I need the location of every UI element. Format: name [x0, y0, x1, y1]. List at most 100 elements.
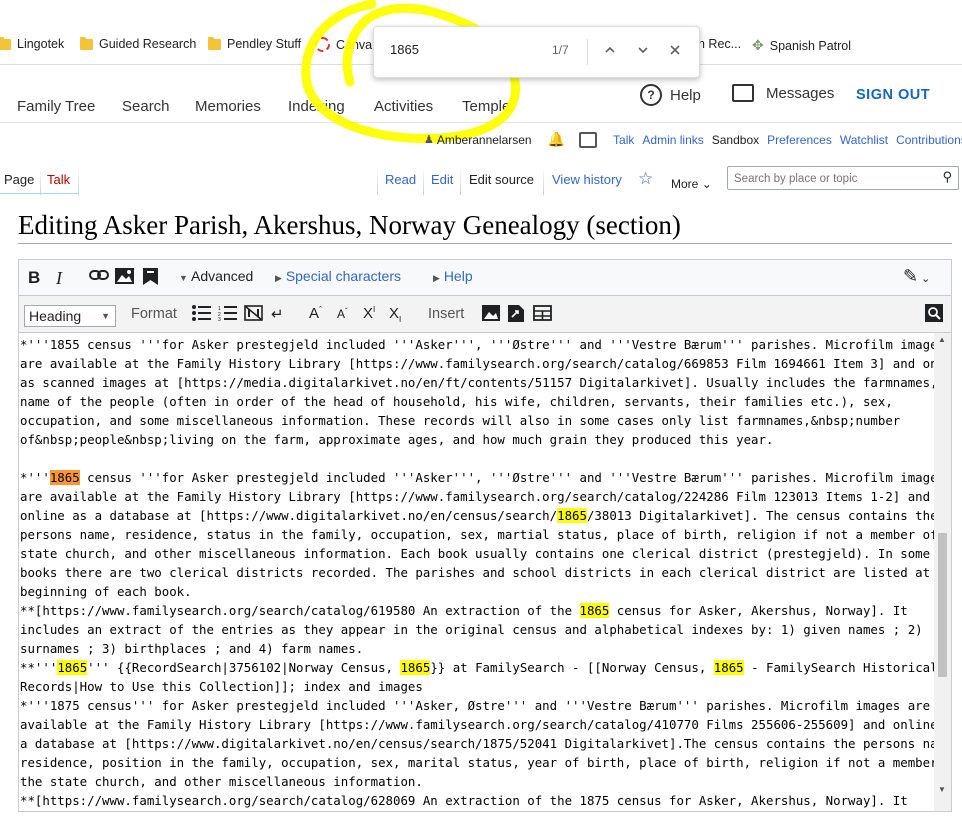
user-link-watchlist[interactable]: Watchlist [840, 133, 888, 147]
scroll-up-arrow-icon[interactable]: ▲ [938, 335, 946, 344]
bell-icon[interactable]: 🔔 [548, 131, 565, 148]
bookmark-spanish-patrol[interactable]: ✥ Spanish Patrol [752, 37, 851, 54]
bookmark-lingotek[interactable]: Lingotek [0, 36, 64, 51]
gallery-icon[interactable] [482, 305, 500, 325]
help-toggle[interactable]: ▶ Help [433, 268, 473, 284]
scroll-thumb[interactable] [938, 533, 947, 677]
user-link-contributions[interactable]: Contributions [896, 133, 962, 147]
triangle-down-icon: ▼ [179, 273, 188, 283]
superscript-icon[interactable]: XI [363, 305, 375, 322]
wikitext-segment: occupation, and some miscellaneous infor… [20, 413, 901, 428]
scroll-down-arrow-icon[interactable]: ▼ [938, 785, 946, 794]
no-wiki-icon[interactable] [244, 305, 263, 325]
triangle-right-icon: ▶ [275, 273, 282, 283]
nav-activities[interactable]: Activities [374, 98, 433, 115]
wikitext-segment: *''' [20, 470, 50, 485]
redirect-icon[interactable] [508, 305, 524, 326]
find-input[interactable]: 1865 [390, 42, 419, 57]
pencil-icon[interactable]: ✎ ⌄ [903, 266, 930, 287]
wikitext-segment: **[https://www.familysearch.org/search/c… [20, 603, 580, 618]
username-link[interactable]: Amberannelarsen [437, 133, 532, 147]
big-text-icon[interactable]: Aˆ [309, 305, 322, 322]
link-icon[interactable] [89, 268, 109, 286]
tab-read[interactable]: Read [385, 172, 416, 187]
user-link-sandbox[interactable]: Sandbox [712, 133, 759, 147]
bold-icon[interactable]: B [28, 268, 40, 288]
search-replace-icon[interactable] [925, 304, 943, 326]
small-text-icon[interactable]: Aˇ [337, 307, 348, 321]
find-previous-button[interactable] [600, 41, 620, 61]
tab-edit[interactable]: Edit [431, 172, 453, 187]
user-link-admin-links[interactable]: Admin links [642, 133, 703, 147]
divider [78, 168, 79, 195]
textarea-scrollbar[interactable]: ▲ ▼ [934, 333, 951, 811]
nav-search[interactable]: Search [122, 98, 170, 115]
wikitext-line: books there are two clerical districts r… [20, 563, 934, 582]
bookmark-canva[interactable]: Canva [315, 37, 372, 52]
help-icon: ? [640, 84, 662, 106]
search-input[interactable] [732, 169, 926, 189]
advanced-toggle[interactable]: ▼ Advanced [179, 268, 253, 284]
wikitext-segment: name of the people (often in order of th… [20, 394, 893, 409]
messages-button[interactable]: Messages [732, 84, 834, 102]
numbered-list-icon[interactable]: 123 [218, 305, 237, 325]
find-close-button[interactable] [665, 41, 685, 61]
reference-icon[interactable] [143, 268, 158, 289]
newline-icon[interactable]: ↵ [271, 305, 284, 323]
image-icon[interactable] [115, 268, 134, 288]
divider [40, 168, 41, 195]
bookmark-label: Guided Research [99, 37, 197, 51]
nav-indexing[interactable]: Indexing [288, 98, 345, 115]
chevron-up-icon [605, 46, 615, 53]
wikitext-line: **'''1865''' {{RecordSearch|3756102|Norw… [20, 658, 934, 677]
tab-view-history[interactable]: View history [552, 172, 622, 187]
bookmark-pendley-stuff[interactable]: Pendley Stuff [208, 36, 302, 51]
user-link-preferences[interactable]: Preferences [767, 133, 832, 147]
special-characters-toggle[interactable]: ▶ Special characters [275, 268, 401, 284]
bookmark-guided-research[interactable]: Guided Research [80, 36, 197, 51]
canva-icon [315, 37, 330, 52]
notices-tray-icon[interactable] [579, 131, 598, 148]
watch-star-icon[interactable]: ☆ [638, 169, 653, 189]
wikitext-segment: Records|How to Use this Collection]]; in… [20, 679, 423, 694]
user-link-talk[interactable]: Talk [613, 133, 634, 147]
more-menu[interactable]: More ⌄ [671, 177, 712, 191]
wikitext-line: *'''1865 census '''for Asker prestegjeld… [20, 468, 934, 487]
subscript-icon[interactable]: XI [389, 305, 401, 324]
nav-temple[interactable]: Temple [462, 98, 510, 115]
search-icon[interactable]: ⚲ [942, 169, 952, 185]
tab-edit-source[interactable]: Edit source [469, 172, 534, 187]
bookmark-records[interactable]: h Rec... [698, 37, 741, 51]
find-next-button[interactable] [633, 41, 653, 61]
wikitext-segment: beginning of each book. [20, 584, 192, 599]
bulleted-list-icon[interactable] [192, 305, 211, 325]
heading-select[interactable]: Heading ▼ [24, 305, 116, 327]
wikitext-segment: **[https://www.familysearch.org/search/c… [20, 793, 908, 808]
editor-toolbar-main: B I ▼ Advanced ▶ Special characters ▶ He… [19, 260, 951, 296]
user-toolbar: ♟ Amberannelarsen 🔔 Talk Admin links San… [424, 131, 962, 148]
wikitext-line: a database at [https://www.digitalarkive… [20, 734, 934, 753]
italic-icon[interactable]: I [56, 268, 62, 289]
table-icon[interactable] [533, 305, 552, 325]
wikitext-segment: of&nbsp;people&nbsp;living on the farm, … [20, 432, 774, 447]
wikitext-segment: are available at the Family History Libr… [20, 356, 934, 371]
nav-family-tree[interactable]: Family Tree [17, 98, 95, 115]
bookmark-label: Pendley Stuff [227, 37, 302, 51]
wikitext-line: state church, and other miscellaneous in… [20, 544, 934, 563]
editor-toolbar-advanced: Heading ▼ Format 123 ↵ Aˆ Aˇ XI XI Inser… [19, 296, 951, 333]
sign-out-link[interactable]: SIGN OUT [856, 87, 930, 103]
tab-page[interactable]: Page [4, 172, 34, 187]
bookmark-label: Canva [336, 37, 373, 52]
tab-talk[interactable]: Talk [47, 172, 70, 187]
find-match-highlight: 1865 [57, 660, 88, 675]
nav-memories[interactable]: Memories [195, 98, 261, 115]
wikitext-textarea[interactable]: *'''1855 census '''for Asker prestegjeld… [19, 333, 934, 811]
wikitext-content: *'''1855 census '''for Asker prestegjeld… [19, 333, 934, 811]
wikitext-segment: surnames ; 3) birthplaces ; and 4) farm … [20, 641, 364, 656]
wikitext-line: Records|How to Use this Collection]]; in… [20, 677, 934, 696]
help-button[interactable]: ? Help [640, 84, 701, 106]
divider [543, 168, 544, 195]
find-match-highlight: 1865 [713, 660, 744, 675]
wikitext-line: available at the Family History Library … [20, 715, 934, 734]
wikitext-line: online as a database at [https://www.dig… [20, 506, 934, 525]
